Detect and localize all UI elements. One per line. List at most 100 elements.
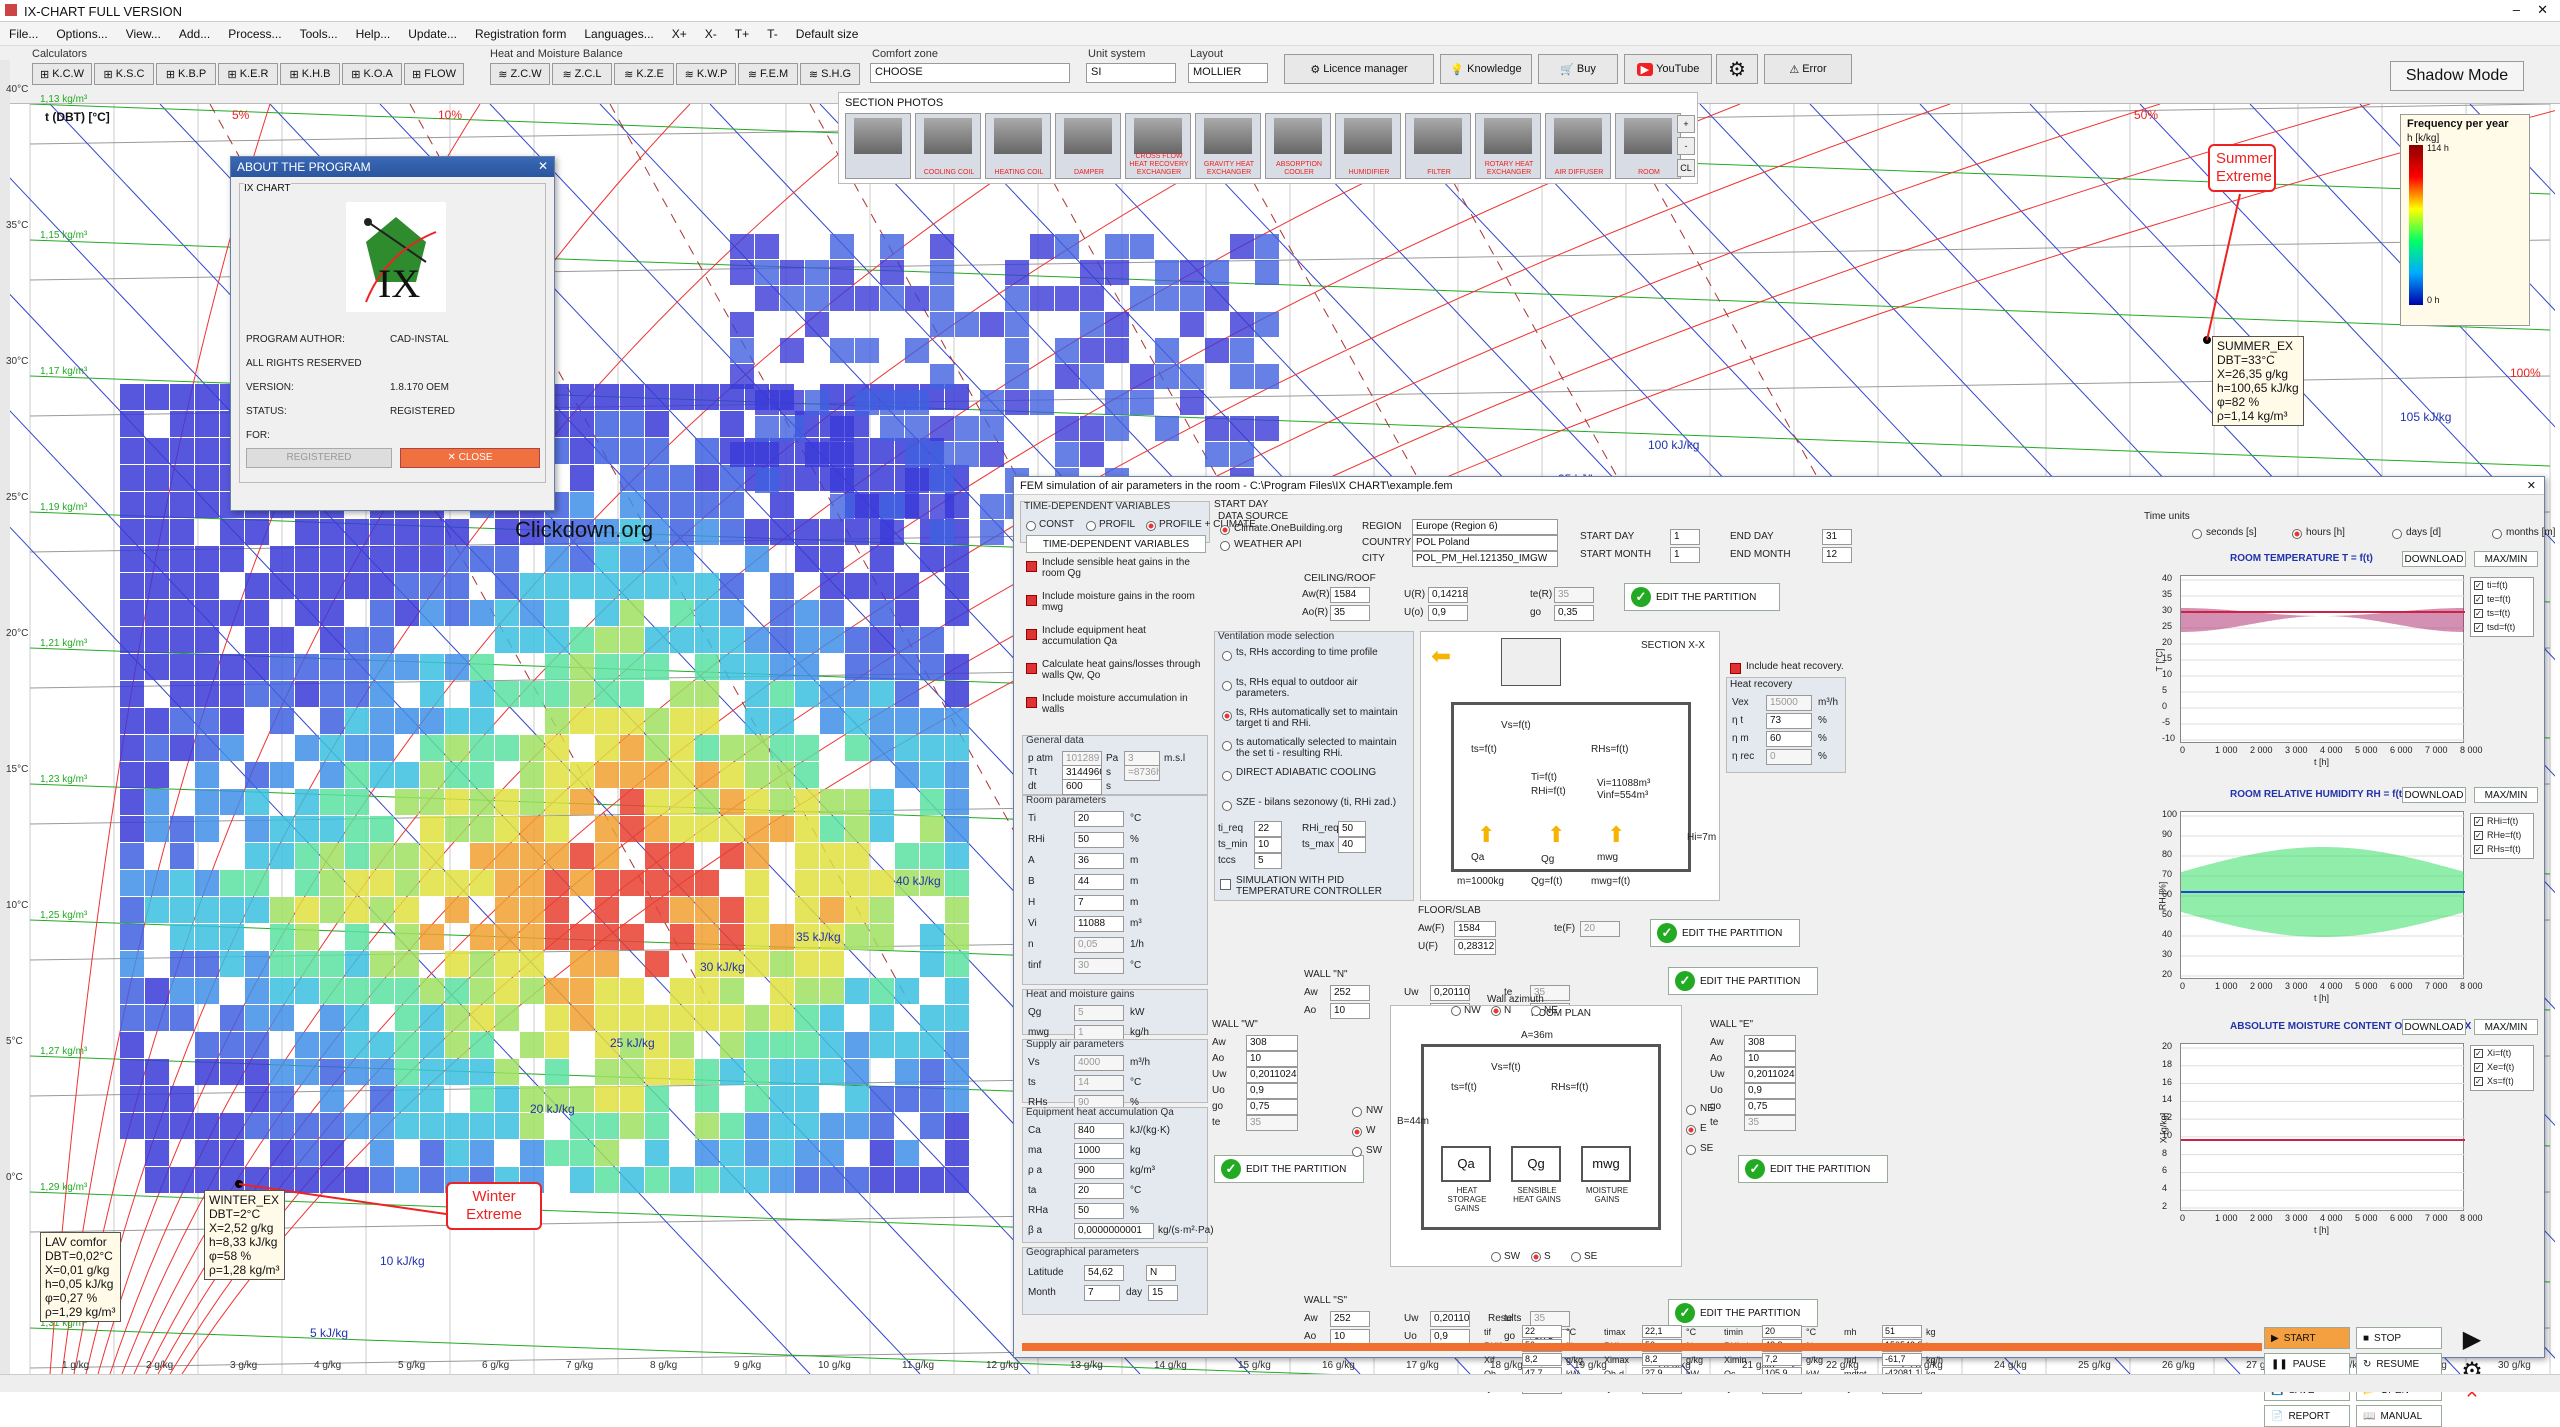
- legend-checkbox[interactable]: ✓: [2474, 1077, 2483, 1086]
- menu-item[interactable]: T+: [726, 22, 758, 46]
- youtube-button[interactable]: ▶ YouTube: [1624, 54, 1712, 84]
- section-photo[interactable]: COOLING COIL: [915, 113, 981, 179]
- ceiling-input[interactable]: 35: [1330, 605, 1370, 621]
- menu-item[interactable]: Help...: [347, 22, 400, 46]
- radio-button[interactable]: [1491, 1252, 1501, 1262]
- radio-button[interactable]: [1531, 1252, 1541, 1262]
- heat-recovery-input[interactable]: 60: [1766, 731, 1812, 747]
- radio-button[interactable]: [1222, 681, 1232, 691]
- wall_e-input[interactable]: 0,2011024: [1744, 1067, 1796, 1083]
- radio-button[interactable]: [1220, 541, 1230, 551]
- legend-checkbox[interactable]: ✓: [2474, 609, 2483, 618]
- radio-button[interactable]: [1686, 1105, 1696, 1115]
- equip-input[interactable]: 1000: [1074, 1143, 1124, 1159]
- ceiling-input[interactable]: 0,9: [1428, 605, 1468, 621]
- equip-input[interactable]: 20: [1074, 1183, 1124, 1199]
- end-day-input[interactable]: 31: [1822, 529, 1852, 545]
- edit-partition-button[interactable]: ✓ EDIT THE PARTITION: [1668, 1299, 1818, 1327]
- menu-item[interactable]: Tools...: [291, 22, 347, 46]
- radio-button[interactable]: [1222, 801, 1232, 811]
- hmb-button[interactable]: ≋ K.Z.E: [614, 63, 674, 85]
- calculator-button[interactable]: ⊞ FLOW: [404, 63, 464, 85]
- radio-button[interactable]: [2392, 529, 2402, 539]
- include-checkbox[interactable]: [1026, 663, 1037, 674]
- vent-input[interactable]: 22: [1254, 821, 1282, 837]
- wall_e-input[interactable]: 0,75: [1744, 1099, 1796, 1115]
- close-icon[interactable]: ✕: [2537, 2, 2548, 18]
- wall_n-input[interactable]: 252: [1330, 985, 1370, 1001]
- wall_w-input[interactable]: 308: [1246, 1035, 1298, 1051]
- radio-button[interactable]: [1686, 1145, 1696, 1155]
- wall_w-input[interactable]: 0,2011024: [1246, 1067, 1298, 1083]
- radio-button[interactable]: [1220, 525, 1230, 535]
- start-day-input[interactable]: 1: [1670, 529, 1700, 545]
- control-button[interactable]: ▶ START: [2264, 1327, 2350, 1349]
- floor-input[interactable]: 20: [1580, 921, 1620, 937]
- wall_n-input[interactable]: 10: [1330, 1003, 1370, 1019]
- month-input[interactable]: 7: [1084, 1285, 1120, 1301]
- lav-comfort-box[interactable]: LAV comfor DBT=0,02°C X=0,01 g/kg h=0,05 kJ…: [40, 1232, 121, 1322]
- youtube-icon[interactable]: ▶: [2452, 1325, 2492, 1353]
- latitude-input[interactable]: 54,62: [1084, 1265, 1124, 1281]
- control-button[interactable]: ❚❚ PAUSE: [2264, 1353, 2350, 1375]
- wall_e-input[interactable]: 0,9: [1744, 1083, 1796, 1099]
- section-photo[interactable]: HEATING COIL: [985, 113, 1051, 179]
- menu-item[interactable]: X-: [696, 22, 726, 46]
- vent-input[interactable]: 50: [1338, 821, 1366, 837]
- radio-button[interactable]: [1491, 1006, 1501, 1016]
- section-photo[interactable]: ROTARY HEAT EXCHANGER: [1475, 113, 1541, 179]
- tdv-button[interactable]: TIME-DEPENDENT VARIABLES: [1026, 535, 1206, 553]
- photo-side-button[interactable]: +: [1677, 115, 1695, 133]
- hmb-button[interactable]: ≋ K.W.P: [676, 63, 736, 85]
- radio-button[interactable]: [1352, 1127, 1362, 1137]
- heat-recovery-input[interactable]: 0: [1766, 749, 1812, 765]
- error-button[interactable]: ⚠ Error: [1764, 54, 1852, 84]
- calculator-button[interactable]: ⊞ K.C.W: [32, 63, 92, 85]
- equip-input[interactable]: 900: [1074, 1163, 1124, 1179]
- section-photo[interactable]: FILTER: [1405, 113, 1471, 179]
- maxmin-button[interactable]: MAX/MIN: [2474, 787, 2538, 803]
- section-photo[interactable]: ABSORPTION COOLER: [1265, 113, 1331, 179]
- radio-button[interactable]: [1686, 1125, 1696, 1135]
- registered-button[interactable]: REGISTERED: [246, 448, 392, 468]
- wall_n-input[interactable]: 0,20110: [1430, 985, 1470, 1001]
- hmb-button[interactable]: ≋ Z.C.W: [490, 63, 550, 85]
- plot-area[interactable]: [2180, 575, 2465, 743]
- wall_s-input[interactable]: 252: [1330, 1311, 1370, 1327]
- calculator-button[interactable]: ⊞ K.E.R: [218, 63, 278, 85]
- equip-input[interactable]: 840: [1074, 1123, 1124, 1139]
- room-input[interactable]: 0,05: [1074, 937, 1124, 953]
- latitude-dir[interactable]: N: [1146, 1265, 1176, 1281]
- maxmin-button[interactable]: MAX/MIN: [2474, 1019, 2538, 1035]
- edit-partition-button[interactable]: ✓ EDIT THE PARTITION: [1650, 919, 1800, 947]
- vent-input[interactable]: 10: [1254, 837, 1282, 853]
- ceiling-input[interactable]: 0,35: [1554, 605, 1594, 621]
- menu-item[interactable]: Add...: [170, 22, 219, 46]
- room-input[interactable]: 20: [1074, 811, 1124, 827]
- wall_e-input[interactable]: 35: [1744, 1115, 1796, 1131]
- knowledge-button[interactable]: 💡 Knowledge: [1440, 54, 1532, 84]
- legend-checkbox[interactable]: ✓: [2474, 581, 2483, 590]
- mode-radio[interactable]: [1086, 521, 1096, 531]
- radio-button[interactable]: [1531, 1006, 1541, 1016]
- include-checkbox[interactable]: [1026, 697, 1037, 708]
- section-photo[interactable]: CROSS FLOW HEAT RECOVERY EXCHANGER: [1125, 113, 1191, 179]
- wall_e-input[interactable]: 308: [1744, 1035, 1796, 1051]
- menu-item[interactable]: View...: [117, 22, 170, 46]
- radio-button[interactable]: [1352, 1147, 1362, 1157]
- control-button[interactable]: ↻ RESUME: [2356, 1353, 2442, 1375]
- floor-input[interactable]: 0,28312: [1454, 939, 1496, 955]
- start-month-input[interactable]: 1: [1670, 547, 1700, 563]
- day-input[interactable]: 15: [1148, 1285, 1178, 1301]
- menu-item[interactable]: Default size: [787, 22, 868, 46]
- radio-button[interactable]: [1222, 711, 1232, 721]
- general-input[interactable]: =8736h: [1124, 765, 1160, 781]
- radio-button[interactable]: [1222, 771, 1232, 781]
- control-button[interactable]: 📖 MANUAL: [2356, 1405, 2442, 1427]
- ceiling-input[interactable]: 1584: [1330, 587, 1370, 603]
- room-input[interactable]: 50: [1074, 832, 1124, 848]
- supply-input[interactable]: 4000: [1074, 1055, 1124, 1071]
- edit-partition-button[interactable]: ✓ EDIT THE PARTITION: [1738, 1155, 1888, 1183]
- radio-button[interactable]: [1352, 1107, 1362, 1117]
- mode-radio[interactable]: [1026, 521, 1036, 531]
